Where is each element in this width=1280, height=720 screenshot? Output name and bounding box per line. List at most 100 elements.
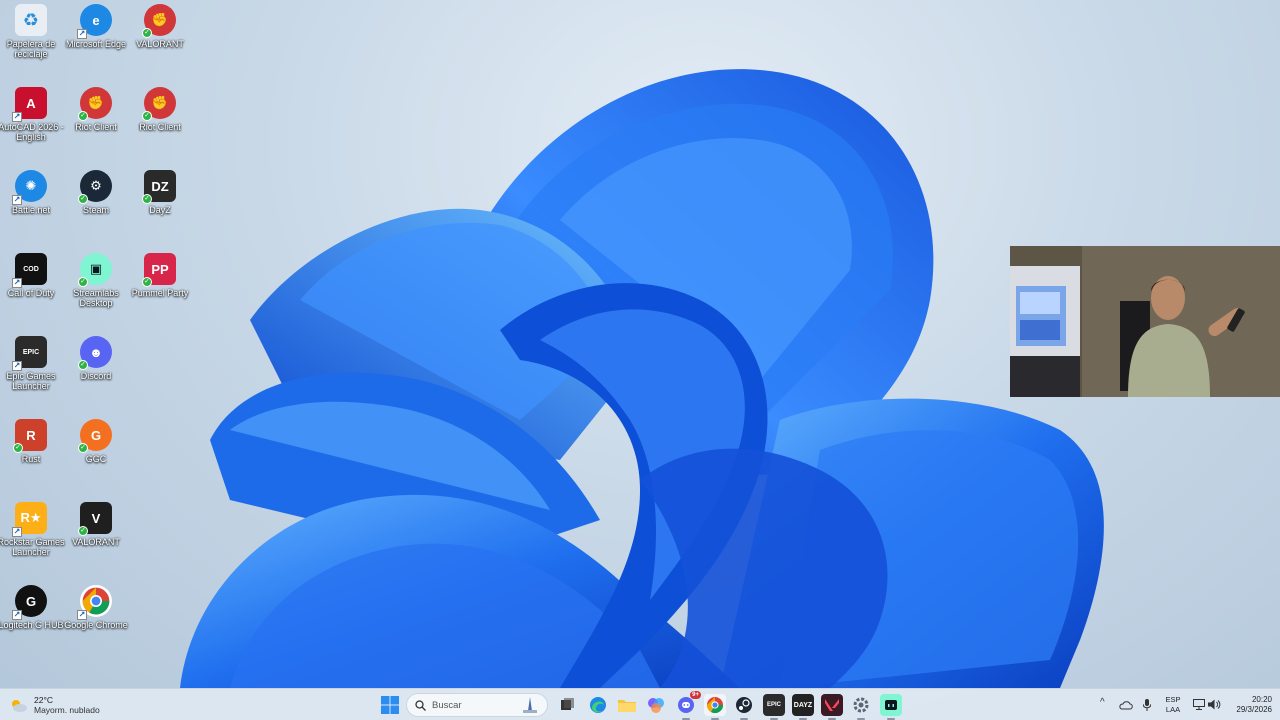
desktop-icon[interactable]: e ↗ Microsoft Edge [63,0,129,80]
chrome-icon: ↗ [77,585,112,620]
epic-games-icon[interactable]: EPIC [763,694,785,720]
desktop-icon-label: Papelera de reciclaje [6,39,56,59]
start-icon[interactable] [379,694,401,716]
desktop-icon-label: Call of Duty [7,288,55,298]
valorant-icon: V ✓ [78,502,112,536]
rust-icon: R ✓ [13,419,47,453]
edge-icon[interactable] [587,694,609,716]
rockstar-icon: R★ ↗ [12,502,47,537]
pummel-party-icon: PP ✓ [142,253,176,287]
desktop-icon-label: Microsoft Edge [65,39,127,49]
taskbar: 22°C Mayorm. nublado Buscar 9+ EPIC DAYZ… [0,688,1280,720]
desktop-icon-label: Riot Client [75,122,117,132]
steam-icon[interactable] [733,694,755,720]
microphone-icon[interactable] [1143,699,1151,711]
shortcut-arrow-icon: ↗ [12,195,22,205]
sync-check-icon: ✓ [142,277,152,287]
riot-fist-icon: ✊ ✓ [142,87,176,121]
webcam-overlay [1010,246,1280,397]
desktop-icon[interactable]: ↗ Google Chrome [63,581,129,661]
sync-check-icon: ✓ [142,111,152,121]
taskbar-search-box[interactable]: Buscar [406,693,548,717]
partly-cloudy-icon [12,700,27,712]
desktop-icon[interactable]: DZ ✓ DayZ [127,166,193,246]
system-clock[interactable]: 20:20 29/3/2026 [1224,695,1272,715]
desktop-icon-label: Streamlabs Desktop [73,288,119,308]
desktop-icon-label: VALORANT [72,537,120,547]
desktop-icon[interactable]: EPIC ↗ Epic Games Launcher [0,332,64,412]
weather-temperature: 22°C [34,694,53,705]
desktop-icon[interactable]: A ↗ AutoCAD 2026 - English [0,83,64,163]
desktop-icon[interactable]: G ↗ Logitech G HUB [0,581,64,661]
show-hidden-icons-chevron-icon[interactable]: ^ [1100,697,1105,708]
desktop-icon-label: Battle.net [11,205,51,215]
streamlabs-icon[interactable] [880,694,902,720]
battlenet-icon: ✺ ↗ [12,170,47,205]
dayz-icon: DZ ✓ [142,170,176,204]
call-of-duty-icon: COD ↗ [12,253,47,288]
shortcut-arrow-icon: ↗ [12,610,22,620]
shortcut-arrow-icon: ↗ [12,278,22,288]
sync-check-icon: ✓ [142,28,152,38]
edge-icon: e ↗ [77,4,112,39]
network-monitor-icon[interactable] [1193,699,1205,710]
desktop-icon-label: Google Chrome [64,620,128,630]
desktop-icon[interactable]: ✊ ✓ Riot Client [127,83,193,163]
keyboard-layout-code: LAA [1165,705,1181,714]
desktop-icon-label: Discord [80,371,112,381]
desktop-icon[interactable]: ✊ ✓ VALORANT [127,0,193,80]
onedrive-cloud-icon[interactable] [1119,700,1133,710]
desktop-icon[interactable]: ▣ ✓ Streamlabs Desktop [63,249,129,329]
epic-games-icon: EPIC ↗ [12,336,47,371]
desktop-icon[interactable]: V ✓ VALORANT [63,498,129,578]
copilot-icon[interactable] [645,694,667,716]
language-code: ESP [1165,695,1181,704]
volume-icon[interactable] [1208,699,1221,710]
desktop-icon-label: AutoCAD 2026 - English [0,122,64,142]
weather-widget[interactable]: 22°C Mayorm. nublado [8,693,100,717]
desktop-icon[interactable]: ♻ Papelera de reciclaje [0,0,64,80]
sync-check-icon: ✓ [142,194,152,204]
streamlabs-icon: ▣ ✓ [78,253,112,287]
discord-icon[interactable]: 9+ [675,691,701,720]
desktop-icon-label: Steam [82,205,109,215]
desktop-icon[interactable]: G ✓ GGC [63,415,129,495]
steam-icon: ⚙ ✓ [78,170,112,204]
discord-icon: ☻ ✓ [78,336,112,370]
clock-time: 20:20 [1251,695,1272,704]
desktop-icon[interactable]: PP ✓ Pummel Party [127,249,193,329]
shortcut-arrow-icon: ↗ [77,610,87,620]
search-highlight-icon [523,697,537,713]
desktop-icon[interactable]: ☻ ✓ Discord [63,332,129,412]
riot-fist-icon: ✊ ✓ [78,87,112,121]
sync-check-icon: ✓ [78,443,88,453]
sync-check-icon: ✓ [78,194,88,204]
autocad-icon: A ↗ [12,87,47,122]
search-icon [415,699,426,711]
desktop-icon-label: Epic Games Launcher [6,371,56,391]
desktop-icon[interactable]: ✊ ✓ Riot Client [63,83,129,163]
settings-icon[interactable] [850,694,872,720]
ggc-icon: G ✓ [78,419,112,453]
dayz-icon[interactable]: DAYZ [792,694,814,720]
desktop-icon-label: Rust [21,454,41,464]
sync-check-icon: ✓ [78,526,88,536]
desktop-icon-label: VALORANT [136,39,184,49]
input-language-indicator[interactable]: ESP LAA [1165,695,1181,715]
desktop-icon-label: Pummel Party [131,288,189,298]
task-view-icon[interactable] [556,694,578,716]
file-explorer-icon[interactable] [616,694,638,716]
desktop-icon[interactable]: R ✓ Rust [0,415,64,495]
search-placeholder: Buscar [432,699,462,711]
shortcut-arrow-icon: ↗ [77,29,87,39]
desktop-icon-label: Rockstar Games Launcher [0,537,65,557]
desktop-icon[interactable]: COD ↗ Call of Duty [0,249,64,329]
desktop-icon[interactable]: R★ ↗ Rockstar Games Launcher [0,498,65,578]
desktop-icon-label: Riot Client [139,122,181,132]
valorant-icon[interactable] [821,694,843,720]
desktop-icon[interactable]: ✺ ↗ Battle.net [0,166,64,246]
shortcut-arrow-icon: ↗ [12,527,22,537]
desktop-icon[interactable]: ⚙ ✓ Steam [63,166,129,246]
chrome-icon[interactable] [704,694,726,720]
logitech-g-icon: G ↗ [12,585,47,620]
